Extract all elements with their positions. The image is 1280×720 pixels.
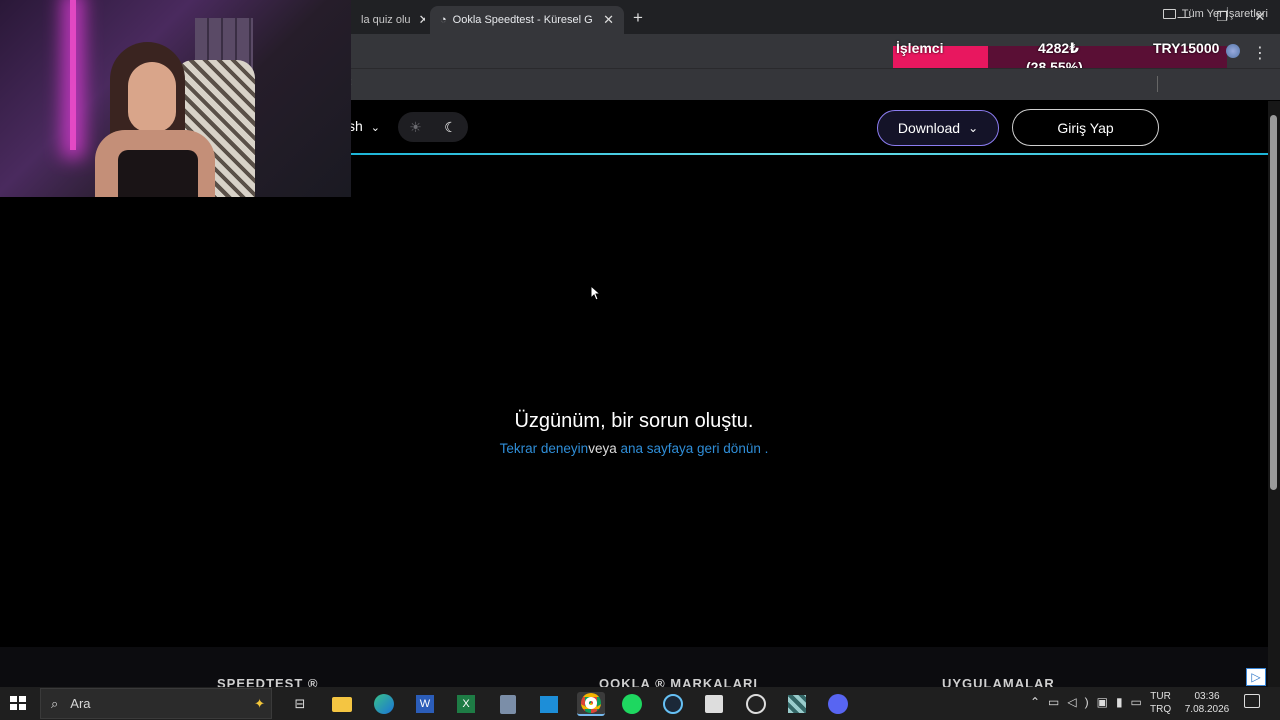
app-grid-icon[interactable]: [783, 692, 811, 716]
clock-date: 7.08.2026: [1184, 704, 1230, 715]
overlay-badge-icon: [1226, 44, 1240, 58]
search-icon: ⌕: [51, 695, 59, 711]
retry-link[interactable]: Tekrar deneyin: [500, 441, 589, 456]
system-tray-icons[interactable]: ⌃▭◁)▣▮▭: [1030, 695, 1150, 709]
steam-icon[interactable]: [659, 692, 687, 716]
close-tab-icon[interactable]: ✕: [595, 12, 614, 28]
browser-menu-icon[interactable]: ⋮: [1252, 43, 1268, 63]
task-view-icon[interactable]: ⊟: [286, 692, 314, 716]
edge-icon[interactable]: [370, 692, 398, 716]
close-tab-icon[interactable]: ✕: [411, 12, 425, 28]
new-tab-button[interactable]: +: [633, 8, 643, 28]
windows-start-icon[interactable]: [8, 694, 30, 714]
person-top: [118, 150, 198, 197]
obs-icon[interactable]: [742, 692, 770, 716]
sparkle-icon: ✦: [254, 695, 265, 711]
or-text: veya: [588, 441, 617, 456]
speedtest-favicon-icon: ◔: [440, 14, 447, 26]
person-face: [128, 62, 176, 132]
goal-amount: 4282₺: [1038, 40, 1079, 56]
error-end: .: [764, 441, 769, 456]
chevron-down-icon: ⌄: [968, 121, 979, 135]
store-icon[interactable]: [535, 692, 563, 716]
home-link[interactable]: ana sayfaya geri dönün: [620, 441, 760, 456]
bookmarks-divider: [1157, 76, 1158, 92]
input-language[interactable]: TUR TRQ: [1150, 690, 1171, 716]
donation-goal-overlay: İşlemci 4282₺ (28.55%) TRY15000: [893, 38, 1227, 75]
download-label: Download: [897, 120, 961, 136]
folder-icon: [1162, 9, 1176, 19]
language-selector[interactable]: sh ⌄: [348, 118, 380, 134]
excel-icon[interactable]: X: [452, 692, 480, 716]
neon-light: [70, 0, 76, 150]
spotify-icon[interactable]: [618, 692, 646, 716]
tab-quiz[interactable]: la quiz olu ✕: [351, 6, 425, 34]
moon-icon[interactable]: ☾: [444, 119, 457, 136]
all-bookmarks-label: Tüm Yer İşaretleri: [1181, 8, 1268, 20]
word-icon[interactable]: W: [411, 692, 439, 716]
chevron-down-icon: ⌄: [370, 122, 380, 134]
all-bookmarks-button[interactable]: Tüm Yer İşaretleri: [1162, 8, 1268, 20]
webcam-overlay: [0, 0, 351, 197]
chrome-icon[interactable]: [577, 692, 605, 716]
tab-speedtest[interactable]: ◔ Ookla Speedtest - Küresel Gen ✕: [430, 6, 624, 34]
goal-target: TRY15000: [1153, 40, 1220, 56]
error-title: Üzgünüm, bir sorun oluştu.: [514, 410, 754, 432]
taskbar-search[interactable]: ⌕ Ara ✦: [40, 688, 272, 719]
calculator-icon[interactable]: [494, 692, 522, 716]
notification-icon[interactable]: [1244, 694, 1260, 708]
clock[interactable]: 03:36 7.08.2026: [1182, 690, 1232, 716]
header-accent-line: [351, 153, 1268, 155]
keyboard-code: TRQ: [1150, 704, 1172, 715]
ad-choices-icon[interactable]: ▷: [1246, 668, 1266, 686]
goal-label: İşlemci: [896, 40, 944, 56]
file-explorer-icon[interactable]: [328, 692, 356, 716]
download-button[interactable]: Download ⌄: [877, 110, 999, 146]
app-terminal-icon[interactable]: [700, 692, 728, 716]
login-button[interactable]: Giriş Yap: [1012, 109, 1159, 146]
tab-label: la quiz olu: [361, 14, 411, 26]
sun-icon[interactable]: ☀: [409, 119, 422, 136]
error-message: Tekrar deneyinveya ana sayfaya geri dönü…: [0, 441, 1268, 456]
mouse-cursor-icon: [590, 284, 602, 306]
tab-label: Ookla Speedtest - Küresel Gen: [452, 14, 593, 26]
theme-toggle[interactable]: ☀ ☾: [398, 112, 468, 142]
clock-time: 03:36: [1194, 691, 1220, 702]
search-placeholder: Ara: [70, 696, 91, 711]
language-code: TUR: [1150, 691, 1171, 702]
scrollbar-thumb[interactable]: [1270, 115, 1277, 490]
discord-icon[interactable]: [824, 692, 852, 716]
